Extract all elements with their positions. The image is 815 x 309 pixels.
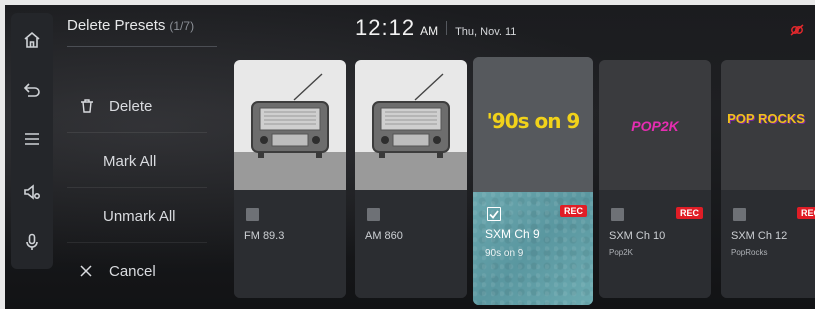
check-icon — [489, 209, 499, 219]
preset-tile-selected[interactable]: '90s on 9 REC SXM Ch 9 90s on 9 — [473, 57, 593, 305]
radio-image — [355, 60, 467, 190]
trash-icon — [79, 98, 105, 114]
preset-subtitle: 90s on 9 — [485, 248, 524, 259]
cancel-label: Cancel — [109, 262, 156, 280]
preset-checkbox[interactable] — [733, 208, 746, 221]
preset-subtitle: Pop2K — [609, 248, 634, 257]
clock-ampm: AM — [420, 24, 439, 38]
left-rail — [11, 13, 53, 269]
title-text: Delete Presets — [67, 17, 166, 34]
logo-text: '90s on 9 — [486, 109, 581, 133]
cancel-button[interactable]: Cancel — [67, 245, 207, 297]
delete-label: Delete — [109, 97, 153, 115]
unmark-all-label: Unmark All — [103, 207, 176, 225]
back-icon — [23, 83, 40, 97]
preset-name: SXM Ch 12 — [731, 230, 788, 242]
menu-icon — [25, 133, 39, 145]
delete-button[interactable]: Delete — [67, 80, 207, 133]
rec-badge: REC — [675, 207, 703, 219]
preset-tile[interactable]: POP ROCKS REC SXM Ch 12 PopRocks — [721, 60, 815, 298]
unmark-all-button[interactable]: Unmark All — [67, 190, 207, 243]
menu-button[interactable] — [11, 120, 53, 158]
clock-date: Thu, Nov. 11 — [455, 26, 517, 38]
no-signal-icon — [790, 24, 804, 36]
90s-on-9-logo: '90s on 9 — [473, 57, 593, 192]
mark-all-button[interactable]: Mark All — [67, 135, 207, 188]
rec-badge: REC — [797, 207, 815, 219]
page-title: Delete Presets (1/7) — [67, 17, 194, 35]
preset-checkbox-checked[interactable] — [487, 207, 501, 221]
microphone-icon — [26, 233, 38, 250]
pop2k-logo: POP2K — [599, 60, 711, 190]
preset-name: AM 860 — [365, 230, 403, 242]
screen: Delete Presets (1/7) 12:12 AM Thu, Nov. 1… — [5, 5, 815, 309]
clock-area: 12:12 AM Thu, Nov. 11 — [355, 15, 516, 41]
preset-name: SXM Ch 10 — [609, 230, 666, 242]
preset-checkbox[interactable] — [611, 208, 624, 221]
logo-text: POP ROCKS — [727, 111, 805, 126]
preset-tile[interactable]: POP2K REC SXM Ch 10 Pop2K — [599, 60, 711, 298]
poprocks-logo: POP ROCKS — [721, 60, 815, 190]
clock-divider — [446, 21, 448, 35]
back-button[interactable] — [11, 71, 53, 109]
radio-image — [234, 60, 346, 190]
rec-badge: REC — [559, 205, 587, 217]
preset-name: FM 89.3 — [244, 230, 285, 242]
title-divider — [67, 46, 217, 47]
preset-subtitle: PopRocks — [731, 248, 768, 257]
clock-time: 12:12 — [355, 15, 416, 40]
mark-all-label: Mark All — [103, 152, 157, 170]
preset-tile[interactable]: FM 89.3 — [234, 60, 346, 298]
preset-tile[interactable]: AM 860 — [355, 60, 467, 298]
preset-checkbox[interactable] — [246, 208, 259, 221]
preset-checkbox[interactable] — [367, 208, 380, 221]
logo-text: POP2K — [631, 118, 679, 134]
home-button[interactable] — [11, 21, 53, 59]
no-signal-indicator — [790, 23, 804, 41]
preset-name: SXM Ch 9 — [485, 227, 540, 241]
sound-settings-icon — [24, 184, 41, 200]
sound-settings-button[interactable] — [11, 173, 53, 211]
home-icon — [24, 31, 40, 48]
close-icon — [79, 264, 105, 278]
preset-count: (1/7) — [169, 19, 195, 33]
voice-button[interactable] — [11, 223, 53, 261]
